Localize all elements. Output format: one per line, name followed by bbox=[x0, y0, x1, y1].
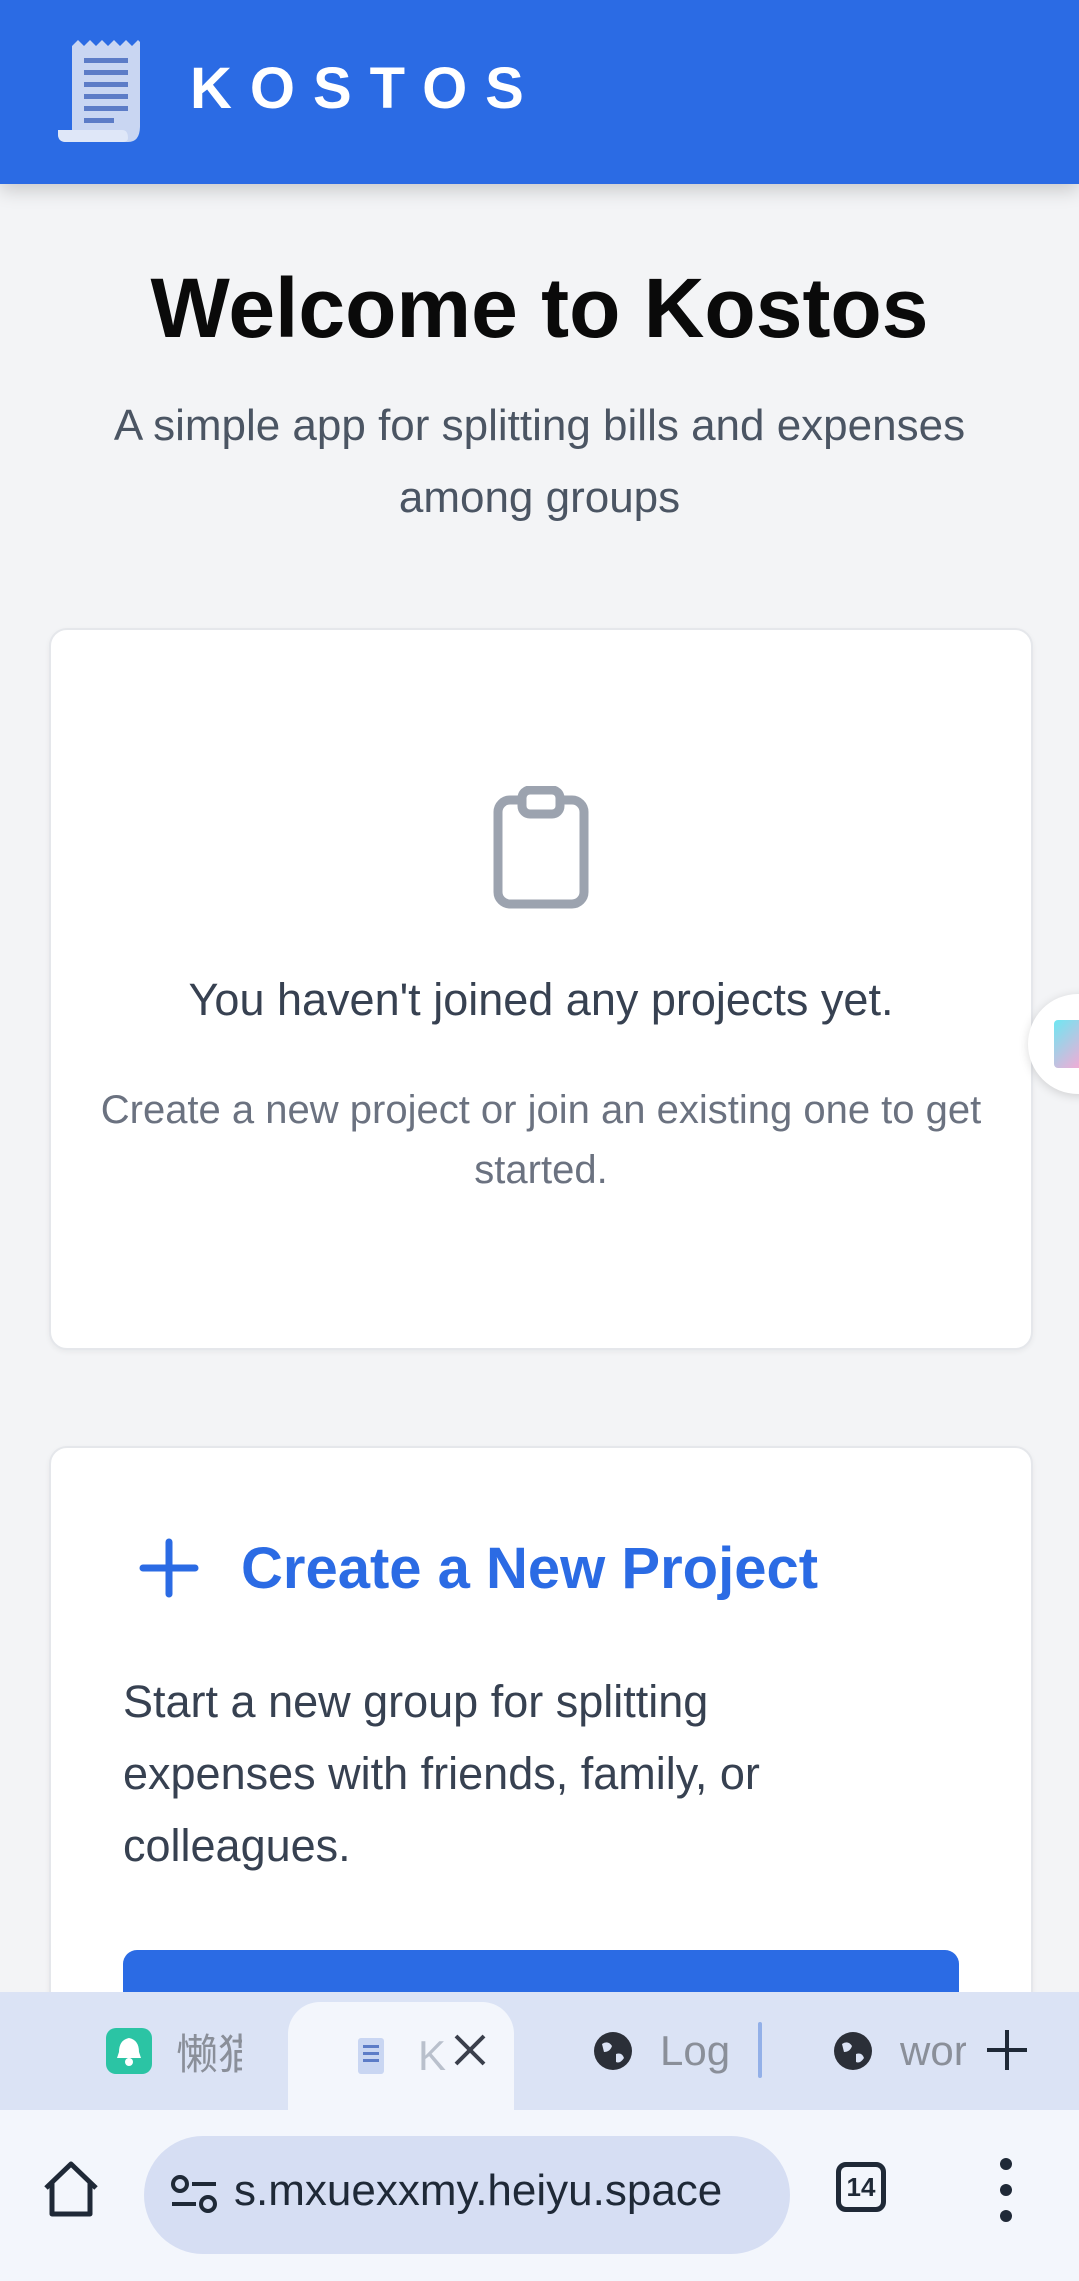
empty-state-description: Create a new project or join an existing… bbox=[100, 1088, 982, 1192]
browser-tab[interactable]: Log bbox=[590, 1992, 730, 2110]
app-header: KOSTOS bbox=[0, 0, 1079, 184]
address-bar[interactable]: s.mxuexxmy.heiyu.space bbox=[144, 2136, 790, 2254]
home-icon[interactable] bbox=[40, 2158, 102, 2220]
bell-app-icon bbox=[106, 2028, 152, 2074]
create-project-description: Start a new group for splitting expenses… bbox=[123, 1676, 760, 1871]
tab-label: 懒猫 bbox=[176, 2030, 242, 2078]
more-menu-icon[interactable] bbox=[988, 2154, 1024, 2226]
receipt-icon bbox=[348, 2033, 394, 2079]
browser-tab[interactable]: wor bbox=[830, 1992, 966, 2110]
brand-name[interactable]: KOSTOS bbox=[190, 55, 542, 122]
create-project-title: Create a New Project bbox=[241, 1535, 819, 1601]
globe-icon bbox=[590, 2028, 636, 2074]
tab-switcher-button[interactable]: 14 bbox=[836, 2162, 886, 2212]
receipt-icon[interactable] bbox=[58, 38, 148, 144]
browser-tab-strip: 懒猫 K Log wor bbox=[0, 1992, 1079, 2110]
floating-side-button[interactable] bbox=[1028, 994, 1079, 1094]
empty-projects-card: You haven't joined any projects yet. Cre… bbox=[49, 628, 1033, 1350]
page-title: Welcome to Kostos bbox=[150, 261, 929, 355]
tab-label: wor bbox=[900, 2027, 966, 2074]
create-project-heading: Create a New Project bbox=[139, 1528, 818, 1608]
url-text: s.mxuexxmy.heiyu.space bbox=[234, 2166, 723, 2215]
plus-icon bbox=[139, 1538, 199, 1598]
empty-state-title: You haven't joined any projects yet. bbox=[188, 974, 894, 1025]
tab-separator bbox=[758, 2022, 762, 2078]
tab-label: K bbox=[418, 2032, 447, 2079]
globe-icon bbox=[830, 2028, 876, 2074]
site-settings-icon[interactable] bbox=[168, 2168, 220, 2220]
clipboard-icon bbox=[493, 786, 589, 909]
create-project-card: Create a New Project Start a new group f… bbox=[49, 1446, 1033, 2040]
browser-bottom-bar: s.mxuexxmy.heiyu.space 14 bbox=[0, 2110, 1079, 2281]
browser-tab[interactable]: 懒猫 bbox=[106, 1992, 242, 2110]
tab-label: Log bbox=[660, 2027, 730, 2074]
page-subtitle: A simple app for splitting bills and exp… bbox=[113, 401, 966, 522]
close-tab-icon[interactable] bbox=[450, 2022, 490, 2078]
app-shortcut-icon bbox=[1054, 1020, 1079, 1068]
new-tab-plus-icon[interactable] bbox=[982, 2022, 1032, 2078]
